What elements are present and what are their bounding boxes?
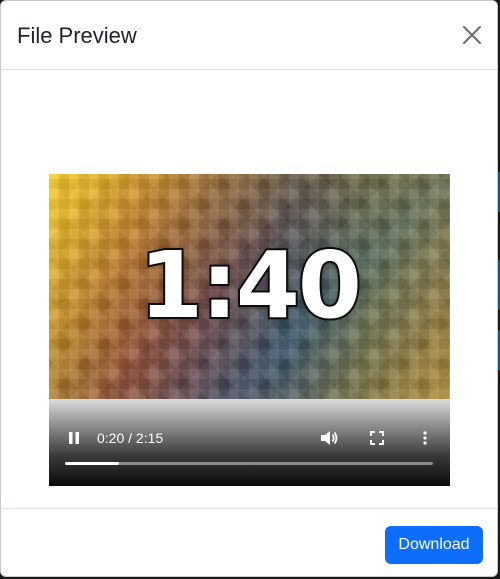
pause-icon <box>69 432 79 444</box>
more-vertical-icon <box>423 431 427 445</box>
modal-title: File Preview <box>17 23 137 48</box>
time-display: 0:20 / 2:15 <box>97 430 164 446</box>
close-icon <box>463 26 481 44</box>
pause-button[interactable] <box>62 426 86 450</box>
video-progress-bar[interactable] <box>65 462 433 465</box>
fullscreen-icon <box>370 431 384 445</box>
download-button[interactable]: Download <box>385 526 483 564</box>
volume-button[interactable] <box>317 426 341 450</box>
modal-header: File Preview <box>1 1 497 70</box>
close-button[interactable] <box>459 22 485 48</box>
video-frame[interactable]: 1:40 <box>49 174 450 399</box>
fullscreen-button[interactable] <box>365 426 389 450</box>
modal-body: 1:40 0:20 / 2:15 <box>1 70 497 508</box>
video-progress-fill <box>65 462 120 465</box>
more-options-button[interactable] <box>413 426 437 450</box>
file-preview-modal: File Preview 1:40 0:20 / 2:15 Download <box>0 0 498 577</box>
modal-footer: Download <box>1 508 497 576</box>
volume-icon <box>321 431 338 445</box>
video-player[interactable]: 1:40 0:20 / 2:15 <box>49 174 450 486</box>
video-controls: 0:20 / 2:15 <box>49 399 450 486</box>
video-frame-text: 1:40 <box>137 232 364 339</box>
